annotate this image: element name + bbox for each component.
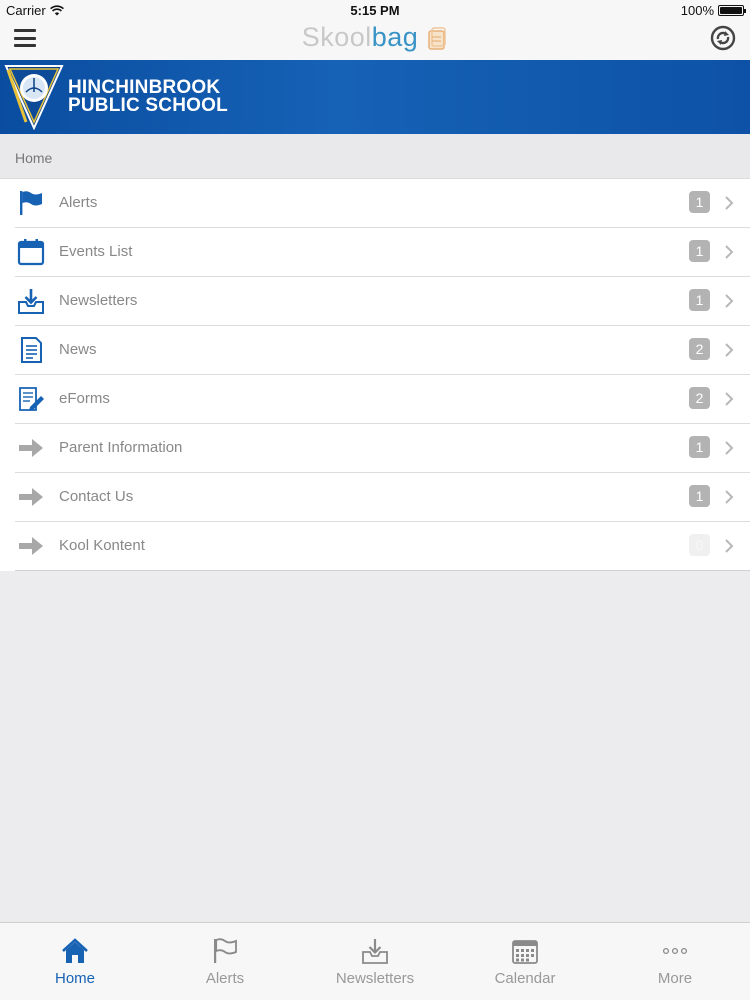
status-bar: Carrier 5:15 PM 100% <box>0 0 750 20</box>
nav-bar: Skoolbag <box>0 20 750 60</box>
chevron-right-icon <box>725 392 734 406</box>
breadcrumb: Home <box>0 134 750 179</box>
arrow-right-icon <box>19 537 43 555</box>
chevron-right-icon <box>725 196 734 210</box>
bottom-tab-bar: Home Alerts Newsletters Calendar More <box>0 922 750 1000</box>
chevron-right-icon <box>725 490 734 504</box>
tab-alerts[interactable]: Alerts <box>150 923 300 1000</box>
count-badge: 1 <box>689 436 710 458</box>
inbox-download-icon <box>362 939 388 964</box>
menu-item-kool-kontent[interactable]: Kool Kontent 0 <box>15 522 750 571</box>
tab-more[interactable]: More <box>600 923 750 1000</box>
menu-item-alerts[interactable]: Alerts 1 <box>15 179 750 228</box>
chevron-right-icon <box>725 539 734 553</box>
menu-item-label: Events List <box>59 243 133 260</box>
skoolbag-logo: Skoolbag <box>0 22 750 53</box>
menu-item-eforms[interactable]: eForms 2 <box>15 375 750 424</box>
menu-item-parent-information[interactable]: Parent Information 1 <box>15 424 750 473</box>
home-icon <box>62 938 88 963</box>
chevron-right-icon <box>725 343 734 357</box>
menu-item-label: News <box>59 341 97 358</box>
sync-icon[interactable] <box>710 25 736 51</box>
menu-item-events-list[interactable]: Events List 1 <box>15 228 750 277</box>
calendar-icon <box>17 239 45 266</box>
tab-label: Alerts <box>205 970 245 987</box>
count-badge: 1 <box>689 240 710 262</box>
menu-item-label: Contact Us <box>59 488 134 505</box>
battery-percent: 100% <box>680 3 714 18</box>
tab-home[interactable]: Home <box>0 923 150 1000</box>
count-badge: 1 <box>689 289 710 311</box>
more-dots-icon <box>662 947 688 955</box>
tab-label: Home <box>54 970 95 987</box>
calendar-grid-icon <box>512 940 538 964</box>
arrow-right-icon <box>19 439 43 457</box>
tab-label: Calendar <box>494 970 556 987</box>
school-name-line2: PUBLIC SCHOOL <box>68 95 228 116</box>
menu-item-label: Parent Information <box>59 439 183 456</box>
school-banner: HINCHINBROOK PUBLIC SCHOOL <box>0 60 750 134</box>
flag-icon <box>214 938 237 963</box>
document-icon <box>21 337 42 363</box>
count-badge: 2 <box>689 338 710 360</box>
menu-item-contact-us[interactable]: Contact Us 1 <box>15 473 750 522</box>
count-badge: 2 <box>689 387 710 409</box>
inbox-download-icon <box>18 289 44 314</box>
tab-calendar[interactable]: Calendar <box>450 923 600 1000</box>
menu-item-label: Kool Kontent <box>59 537 145 554</box>
menu-item-label: Newsletters <box>59 292 138 309</box>
chevron-right-icon <box>725 294 734 308</box>
arrow-right-icon <box>19 488 43 506</box>
count-badge: 1 <box>689 485 710 507</box>
count-badge: 1 <box>689 191 710 213</box>
menu-item-newsletters[interactable]: Newsletters 1 <box>15 277 750 326</box>
tab-newsletters[interactable]: Newsletters <box>300 923 450 1000</box>
form-pen-icon <box>19 387 44 411</box>
chevron-right-icon <box>725 245 734 259</box>
battery-status: 100% <box>680 3 746 18</box>
battery-icon <box>718 5 746 16</box>
home-menu-list: Alerts 1 Events List 1 Newsletters 1 New… <box>0 179 750 571</box>
school-name: HINCHINBROOK PUBLIC SCHOOL <box>68 78 228 116</box>
logo-text-bag: bag <box>371 22 419 52</box>
tab-label: Newsletters <box>335 970 415 987</box>
logo-text-skool: Skool <box>301 22 372 52</box>
menu-item-label: Alerts <box>59 194 98 211</box>
chevron-right-icon <box>725 441 734 455</box>
flag-icon <box>20 191 42 215</box>
status-time: 5:15 PM <box>350 3 400 18</box>
book-icon <box>428 27 447 50</box>
count-badge: 0 <box>689 534 710 556</box>
menu-item-label: eForms <box>59 390 110 407</box>
menu-item-news[interactable]: News 2 <box>15 326 750 375</box>
school-crest-logo <box>4 65 64 130</box>
tab-label: More <box>657 970 693 987</box>
